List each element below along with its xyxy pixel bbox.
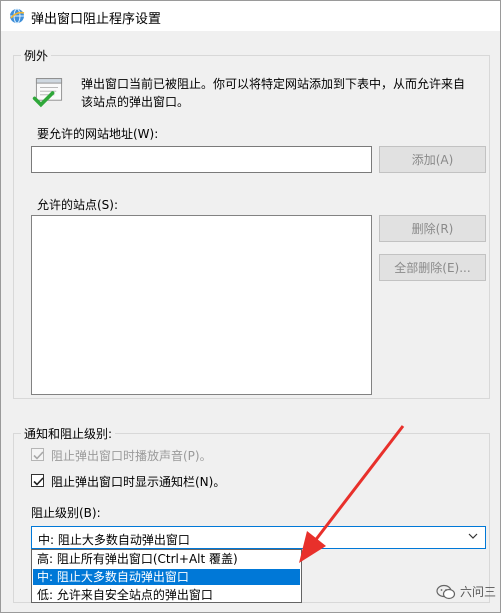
checkmark-icon [33,451,44,460]
watermark: 六问三 [436,583,496,600]
popup-shield-check-icon [32,78,63,108]
address-input[interactable] [31,146,372,173]
remove-button[interactable]: 删除(R) [379,215,486,242]
allowed-sites-label: 允许的站点(S): [37,198,119,212]
block-level-dropdown: 高: 阻止所有弹出窗口(Ctrl+Alt 覆盖) 中: 阻止大多数自动弹出窗口 … [31,549,302,603]
block-level-label: 阻止级别(B): [31,506,101,520]
add-button[interactable]: 添加(A) [379,146,486,173]
exceptions-legend: 例外 [21,47,52,64]
remove-all-button[interactable]: 全部删除(E)... [379,254,486,281]
window-title: 弹出窗口阻止程序设置 [31,12,162,27]
sound-label: 阻止弹出窗口时播放声音(P)。 [51,449,212,463]
info-text-line2: 该站点的弹出窗口。 [81,95,190,109]
notification-bar-label: 阻止弹出窗口时显示通知栏(N)。 [51,475,226,489]
address-label: 要允许的网站地址(W): [37,127,159,141]
block-level-option-high[interactable]: 高: 阻止所有弹出窗口(Ctrl+Alt 覆盖) [33,551,300,567]
block-level-combobox[interactable]: 中: 阻止大多数自动弹出窗口 [31,526,486,549]
chevron-down-icon [468,533,478,539]
title-bar[interactable]: 弹出窗口阻止程序设置 [1,1,500,31]
popup-blocker-settings-dialog: 弹出窗口阻止程序设置 例外 弹出窗口当前已被阻止。你可以将特定网站添加到下表中，… [0,0,501,613]
allowed-sites-list[interactable] [31,215,372,395]
sound-checkbox[interactable] [31,448,44,461]
notification-bar-checkbox[interactable] [31,474,44,487]
block-level-selected: 中: 阻止大多数自动弹出窗口 [38,533,190,547]
watermark-text: 六问三 [459,585,496,599]
block-level-option-medium[interactable]: 中: 阻止大多数自动弹出窗口 [33,569,300,585]
ie-globe-icon [10,8,25,24]
notify-legend: 通知和阻止级别: [21,425,116,442]
block-level-option-low[interactable]: 低: 允许来自安全站点的弹出窗口 [33,587,300,603]
info-text-line1: 弹出窗口当前已被阻止。你可以将特定网站添加到下表中，从而允许来自 [81,77,466,91]
wechat-icon [436,584,456,599]
checkmark-icon [33,477,44,486]
